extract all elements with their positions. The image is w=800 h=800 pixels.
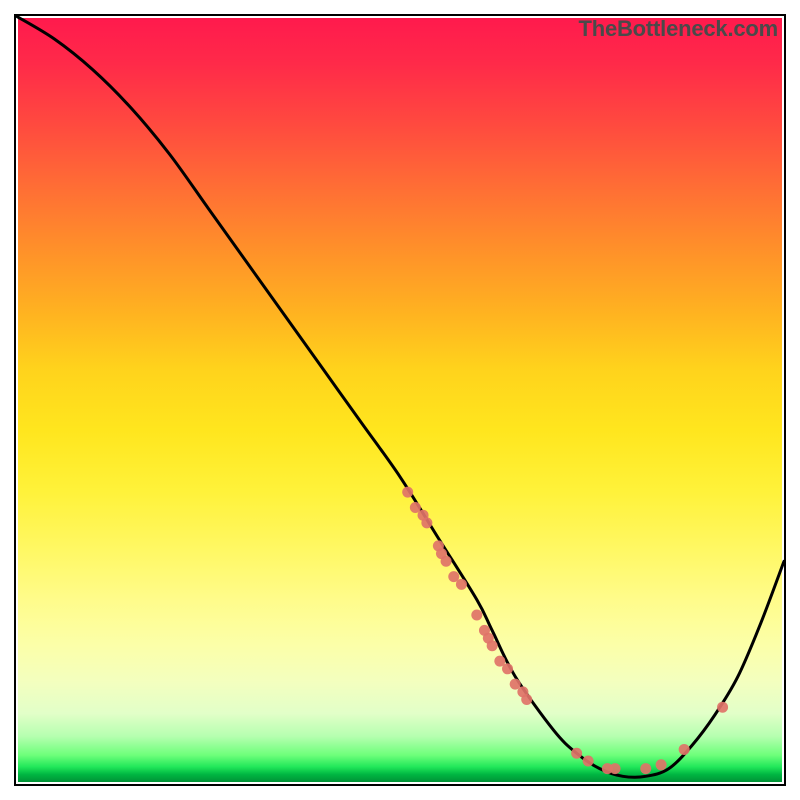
highlight-point — [610, 763, 621, 774]
watermark-label: TheBottleneck.com — [578, 16, 778, 42]
highlight-point — [640, 763, 651, 774]
highlight-point — [421, 517, 432, 528]
chart-svg — [16, 16, 784, 784]
highlight-point — [521, 694, 532, 705]
chart-frame — [14, 14, 786, 786]
highlight-point — [571, 748, 582, 759]
curve-layer — [16, 16, 784, 777]
highlight-point — [502, 663, 513, 674]
highlight-point — [471, 610, 482, 621]
highlight-point — [583, 755, 594, 766]
highlight-point — [456, 579, 467, 590]
bottleneck-curve — [16, 16, 784, 777]
highlight-point — [441, 556, 452, 567]
highlight-point — [717, 702, 728, 713]
highlight-point — [656, 759, 667, 770]
highlight-point — [402, 487, 413, 498]
highlight-point — [679, 744, 690, 755]
highlight-point — [487, 640, 498, 651]
scatter-layer — [402, 487, 728, 774]
